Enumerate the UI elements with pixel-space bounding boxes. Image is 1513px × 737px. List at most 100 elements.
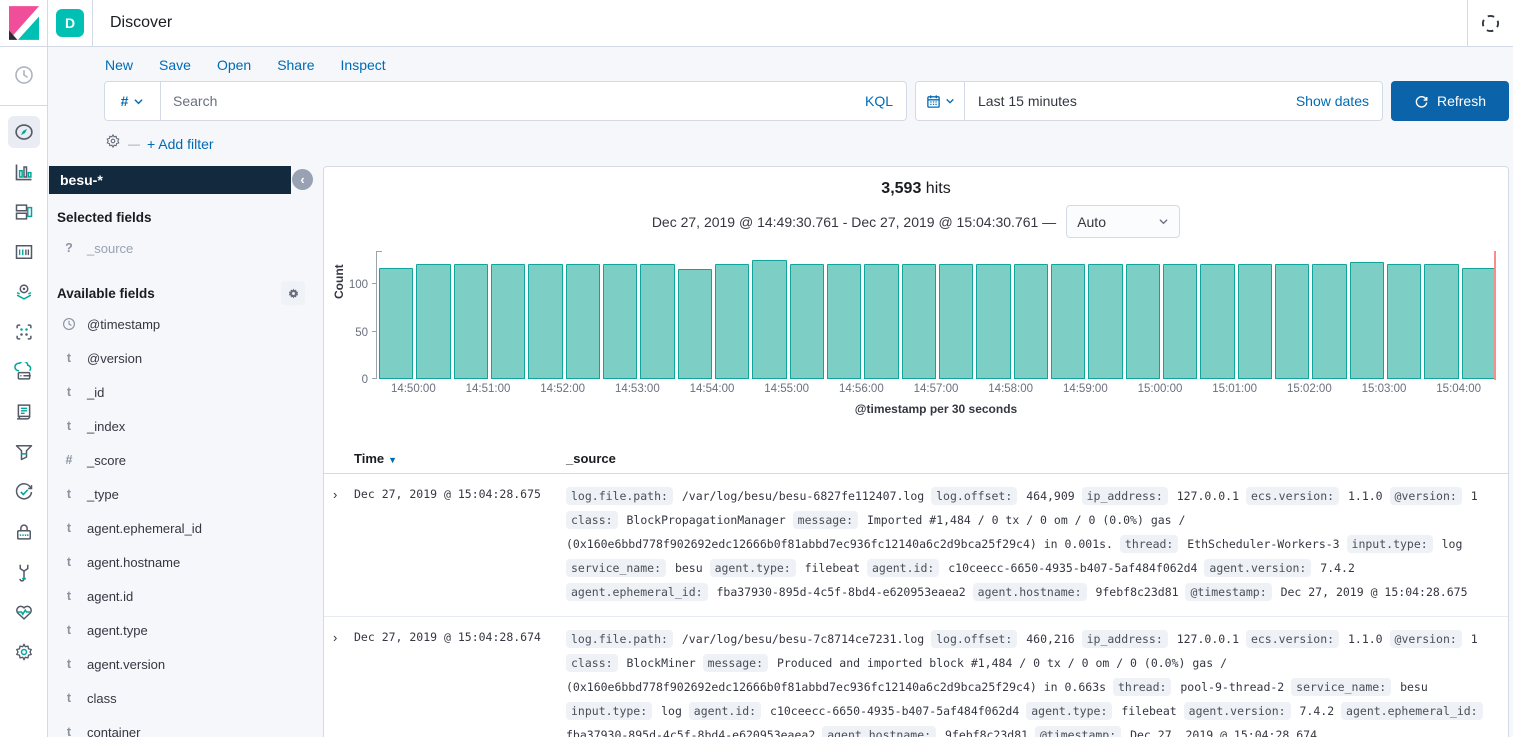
field-item-container[interactable]: tcontainer (57, 715, 307, 737)
field-item-_type[interactable]: t_type (57, 477, 307, 511)
field-item-class[interactable]: tclass (57, 681, 307, 715)
histogram-bar[interactable] (454, 264, 488, 379)
nav-logs[interactable] (0, 392, 48, 432)
discover-app-badge[interactable]: D (56, 9, 84, 37)
collapse-sidebar-button[interactable]: ‹ (292, 169, 313, 190)
field-item-_source[interactable]: ?_source (57, 231, 307, 265)
nav-visualize[interactable] (0, 152, 48, 192)
histogram-bar[interactable] (1200, 264, 1234, 379)
time-range-value[interactable]: Last 15 minutes (965, 93, 1296, 109)
field-item-agent.hostname[interactable]: tagent.hostname (57, 545, 307, 579)
field-item-@version[interactable]: t@version (57, 341, 307, 375)
histogram-bar[interactable] (752, 260, 786, 379)
histogram-bar[interactable] (1275, 264, 1309, 379)
menu-share[interactable]: Share (277, 57, 314, 73)
kibana-logo[interactable] (0, 0, 48, 46)
nav-siem[interactable] (0, 512, 48, 552)
index-pattern-selector[interactable]: besu-* (49, 166, 291, 194)
expand-row-button[interactable]: › (324, 484, 354, 502)
histogram-bar[interactable] (1462, 268, 1496, 379)
nav-machine-learning[interactable] (0, 312, 48, 352)
calendar-button[interactable] (916, 82, 965, 120)
sort-descending-icon[interactable]: ▼ (388, 455, 397, 465)
search-input[interactable] (161, 82, 865, 120)
recently-viewed-button[interactable] (0, 55, 48, 95)
histogram-bar[interactable] (715, 264, 749, 379)
menu-open[interactable]: Open (217, 57, 251, 73)
expand-row-button[interactable]: › (324, 627, 354, 645)
histogram-bar[interactable] (1238, 264, 1272, 379)
histogram-bar[interactable] (1387, 264, 1421, 379)
logs-icon (14, 402, 34, 422)
field-item-agent.ephemeral_id[interactable]: tagent.ephemeral_id (57, 511, 307, 545)
filter-bar-dash: — (128, 137, 140, 151)
histogram-bar[interactable] (603, 264, 637, 379)
histogram-bar[interactable] (902, 264, 936, 379)
source-field-badge: agent.id: (867, 559, 939, 577)
show-dates-button[interactable]: Show dates (1296, 93, 1382, 109)
calendar-icon (926, 94, 941, 109)
field-name: agent.hostname (87, 555, 180, 570)
nav-management[interactable] (0, 632, 48, 672)
histogram-bar[interactable] (491, 264, 525, 379)
histogram-bar[interactable] (827, 264, 861, 379)
histogram-bar[interactable] (1126, 264, 1160, 379)
query-language-button[interactable]: KQL (865, 93, 906, 109)
histogram-bar[interactable] (566, 264, 600, 379)
histogram-bar[interactable] (976, 264, 1010, 379)
nav-uptime[interactable] (0, 472, 48, 512)
histogram-bar[interactable] (640, 264, 674, 379)
x-tick-label: 15:04:00 (1436, 383, 1481, 395)
field-item-@timestamp[interactable]: @timestamp (57, 307, 307, 341)
menu-inspect[interactable]: Inspect (341, 57, 386, 73)
search-box: # KQL (104, 81, 907, 121)
histogram-bar[interactable] (416, 264, 450, 379)
interval-select[interactable]: Auto (1066, 205, 1180, 238)
nav-maps[interactable] (0, 272, 48, 312)
nav-stack-monitoring[interactable] (0, 592, 48, 632)
field-type-icon: t (61, 589, 77, 603)
x-tick-label: 15:02:00 (1287, 383, 1332, 395)
nav-metrics[interactable] (0, 352, 48, 392)
histogram-bar[interactable] (528, 264, 562, 379)
histogram-bar[interactable] (939, 264, 973, 379)
menu-save[interactable]: Save (159, 57, 191, 73)
row-time-value: Dec 27, 2019 @ 15:04:28.674 (354, 627, 566, 644)
histogram-bar[interactable] (790, 264, 824, 379)
field-item-agent.id[interactable]: tagent.id (57, 579, 307, 613)
query-filter-toggle[interactable]: # (105, 82, 161, 120)
nav-canvas[interactable] (0, 232, 48, 272)
filter-settings-gear-icon[interactable] (105, 133, 121, 154)
histogram-bar[interactable] (1312, 264, 1346, 379)
menu-new[interactable]: New (105, 57, 133, 73)
histogram-bar[interactable] (1014, 264, 1048, 379)
field-item-_score[interactable]: #_score (57, 443, 307, 477)
infrastructure-icon (14, 362, 34, 382)
histogram-bar[interactable] (1051, 264, 1085, 379)
histogram-bar[interactable] (678, 269, 712, 379)
field-type-icon: t (61, 521, 77, 535)
nav-apm[interactable] (0, 432, 48, 472)
histogram-bar[interactable] (379, 268, 413, 379)
field-settings-button[interactable] (281, 281, 305, 305)
field-item-agent.type[interactable]: tagent.type (57, 613, 307, 647)
histogram-bar[interactable] (1163, 264, 1197, 379)
y-axis-label: Count (332, 264, 346, 299)
histogram-bar[interactable] (1088, 264, 1122, 379)
source-field-badge: class: (566, 654, 618, 672)
field-item-_index[interactable]: t_index (57, 409, 307, 443)
nav-discover[interactable] (0, 112, 48, 152)
help-button[interactable] (1467, 0, 1513, 46)
add-filter-button[interactable]: + Add filter (147, 136, 214, 152)
field-item-_id[interactable]: t_id (57, 375, 307, 409)
histogram-bar[interactable] (1350, 262, 1384, 379)
histogram-bar[interactable] (1424, 264, 1458, 379)
x-tick-label: 14:51:00 (466, 383, 511, 395)
refresh-button[interactable]: Refresh (1391, 81, 1509, 121)
histogram-bar[interactable] (864, 264, 898, 379)
time-column-header[interactable]: Time▼ (354, 451, 566, 466)
field-item-agent.version[interactable]: tagent.version (57, 647, 307, 681)
chart-time-range: Dec 27, 2019 @ 14:49:30.761 - Dec 27, 20… (652, 214, 1056, 230)
nav-dashboard[interactable] (0, 192, 48, 232)
nav-dev-tools[interactable] (0, 552, 48, 592)
